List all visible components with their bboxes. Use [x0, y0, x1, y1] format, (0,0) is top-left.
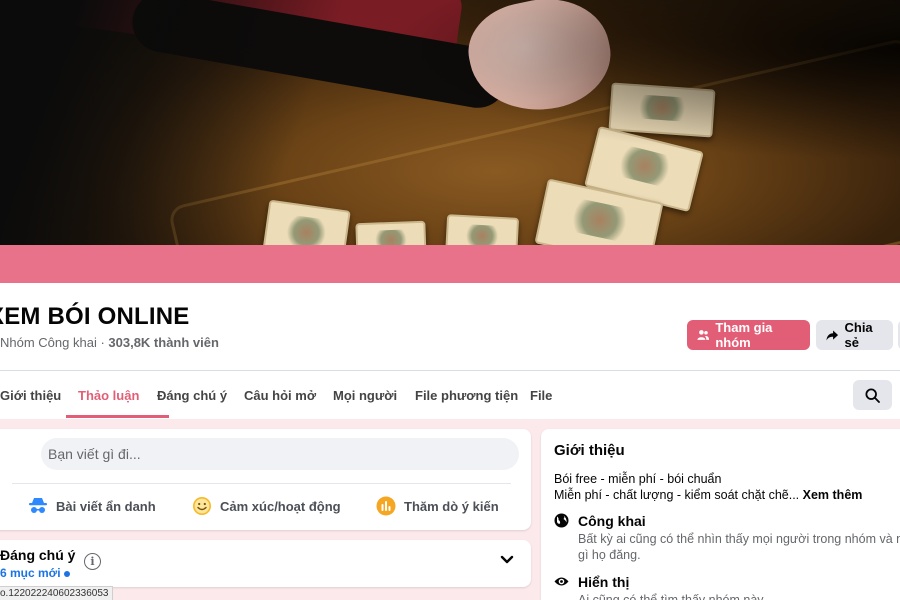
- anonymous-icon: [29, 498, 47, 513]
- featured-title: Đáng chú ý: [0, 547, 76, 563]
- eye-icon: [554, 577, 569, 586]
- featured-new-label: 6 mục mới: [0, 566, 61, 580]
- join-group-label: Tham gia nhóm: [715, 320, 773, 350]
- about-panel: Giới thiệu Bói free - miễn phí - bói chu…: [541, 429, 900, 600]
- cover-band: [0, 245, 900, 283]
- public-desc-line1: Bất kỳ ai cũng có thể nhìn thấy mọi ngườ…: [578, 532, 900, 546]
- see-more-link[interactable]: Xem thêm: [803, 488, 863, 502]
- share-button[interactable]: Chia sẻ: [816, 320, 893, 350]
- group-privacy[interactable]: Nhóm Công khai: [0, 335, 97, 350]
- post-composer: Bạn viết gì đi... Bài viết ẩn danh Cảm x…: [0, 429, 531, 530]
- meta-separator: ·: [96, 335, 109, 350]
- tab-media[interactable]: File phương tiện: [415, 371, 530, 419]
- tab-about[interactable]: Giới thiệu: [0, 371, 78, 419]
- info-icon[interactable]: i: [84, 553, 101, 570]
- poll-button[interactable]: Thăm dò ý kiến: [376, 493, 499, 519]
- public-info: Công khai Bất kỳ ai cũng có thể nhìn thấ…: [554, 513, 900, 563]
- tab-discussion[interactable]: Thảo luận: [66, 371, 169, 419]
- feeling-activity-button[interactable]: Cảm xúc/hoạt động: [192, 493, 341, 519]
- share-arrow-icon: [826, 330, 839, 340]
- group-header: XEM BÓI ONLINE Nhóm Công khai · 303,8K t…: [0, 283, 900, 419]
- about-title: Giới thiệu: [554, 442, 625, 459]
- member-count[interactable]: 303,8K thành viên: [108, 335, 219, 350]
- about-description: Bói free - miễn phí - bói chuẩn Miễn phí…: [554, 471, 862, 503]
- tab-label: Câu hỏi mở: [244, 387, 317, 403]
- share-label: Chia sẻ: [844, 320, 873, 350]
- composer-input[interactable]: Bạn viết gì đi...: [41, 438, 519, 470]
- visible-title: Hiển thị: [578, 574, 630, 590]
- featured-new-items: 6 mục mới: [0, 566, 70, 580]
- public-desc-line2: gì họ đăng.: [578, 548, 641, 562]
- tab-featured[interactable]: Đáng chú ý: [157, 371, 244, 419]
- about-desc-line1: Bói free - miễn phí - bói chuẩn: [554, 472, 722, 486]
- search-icon: [865, 387, 880, 403]
- tab-label: Thảo luận: [78, 387, 140, 403]
- tab-label: File phương tiện: [415, 387, 519, 403]
- tab-label: Mọi người: [333, 387, 398, 403]
- feeling-activity-label: Cảm xúc/hoạt động: [220, 498, 341, 514]
- tab-people[interactable]: Mọi người: [333, 371, 415, 419]
- join-group-button[interactable]: Tham gia nhóm: [687, 320, 810, 350]
- tab-files[interactable]: File: [530, 371, 570, 419]
- people-icon: [697, 330, 710, 340]
- status-url-tooltip: o.122022240602336053: [0, 586, 114, 600]
- tab-label: File: [530, 387, 553, 403]
- group-tabs: Giới thiệu Thảo luận Đáng chú ý Câu hỏi …: [0, 371, 570, 419]
- poll-label: Thăm dò ý kiến: [404, 498, 499, 514]
- tab-label: Đáng chú ý: [157, 387, 228, 403]
- visible-desc: Ai cũng có thể tìm thấy nhóm này.: [578, 593, 767, 600]
- tab-questions[interactable]: Câu hỏi mở: [244, 371, 333, 419]
- poll-icon: [376, 496, 396, 516]
- public-title: Công khai: [578, 513, 646, 529]
- composer-divider: [12, 483, 511, 484]
- about-desc-text: Miễn phí - chất lượng - kiểm soát chặt c…: [554, 488, 800, 502]
- visibility-info: Hiển thị Ai cũng có thể tìm thấy nhóm nà…: [554, 574, 766, 600]
- tab-label: Giới thiệu: [0, 387, 62, 403]
- globe-icon: [554, 513, 569, 528]
- anonymous-post-label: Bài viết ẩn danh: [56, 498, 156, 514]
- about-desc-line2: Miễn phí - chất lượng - kiểm soát chặt c…: [554, 487, 862, 503]
- group-title: XEM BÓI ONLINE: [0, 303, 190, 330]
- cover-shadow: [0, 0, 900, 245]
- new-dot-icon: [63, 570, 70, 577]
- featured-panel[interactable]: Đáng chú ý 6 mục mới i: [0, 540, 531, 587]
- chevron-down-icon[interactable]: [500, 555, 514, 565]
- group-meta: Nhóm Công khai · 303,8K thành viên: [0, 335, 219, 350]
- group-search-button[interactable]: [853, 380, 892, 410]
- smiley-icon: [193, 497, 211, 515]
- anonymous-post-button[interactable]: Bài viết ẩn danh: [28, 493, 156, 519]
- cover-photo[interactable]: [0, 0, 900, 245]
